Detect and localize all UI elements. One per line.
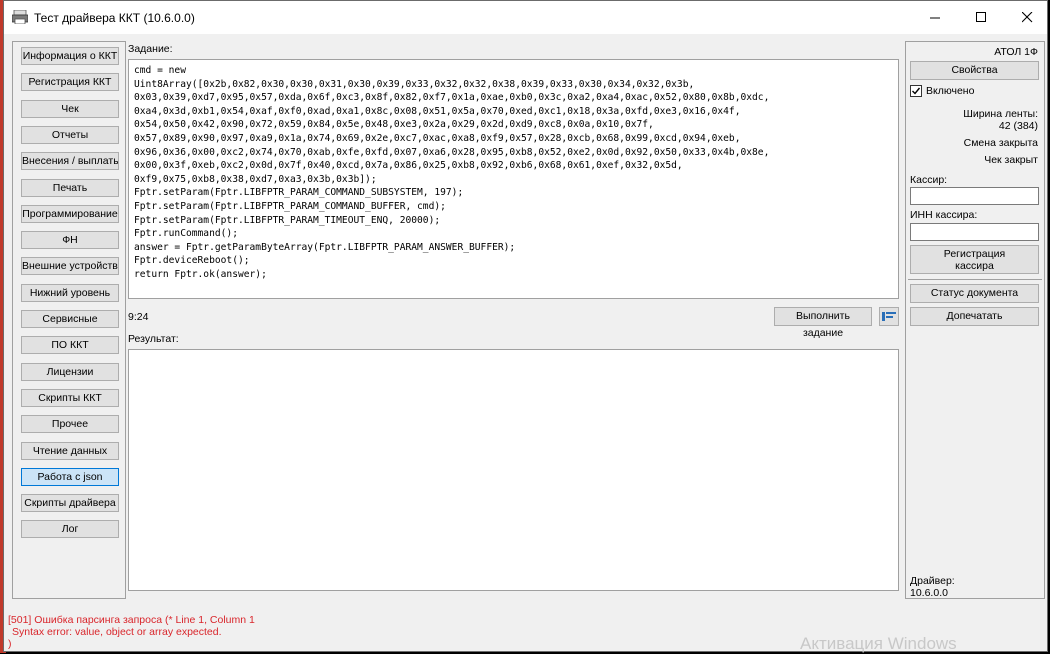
nav-button[interactable]: Скрипты драйвера bbox=[21, 494, 119, 513]
receipt-status: Чек закрыт bbox=[984, 154, 1038, 166]
device-panel: АТОЛ 1Ф Свойства Включено Ширина ленты: … bbox=[905, 41, 1045, 599]
register-cashier-line1: Регистрация bbox=[943, 248, 1006, 260]
nav-button[interactable]: Лог bbox=[21, 520, 119, 539]
code-line: Fptr.setParam(Fptr.LIBFPTR_PARAM_COMMAND… bbox=[134, 201, 446, 212]
code-line: return Fptr.ok(answer); bbox=[134, 269, 267, 280]
maximize-icon bbox=[975, 12, 986, 22]
close-button[interactable] bbox=[1004, 1, 1050, 34]
align-icon bbox=[882, 312, 896, 321]
result-output[interactable] bbox=[128, 349, 899, 591]
task-label: Задание: bbox=[128, 43, 173, 55]
nav-button[interactable]: ПО ККТ bbox=[21, 336, 119, 355]
enabled-label: Включено bbox=[926, 85, 975, 97]
shift-status: Смена закрыта bbox=[963, 137, 1038, 149]
driver-version: 10.6.0.0 bbox=[910, 587, 948, 599]
inn-input[interactable] bbox=[910, 223, 1039, 241]
code-line: 0xa4,0x3d,0xb1,0x54,0xaf,0xf0,0xad,0xa1,… bbox=[134, 105, 741, 117]
nav-button[interactable]: Скрипты ККТ bbox=[21, 388, 119, 407]
nav-button[interactable]: Прочее bbox=[21, 415, 119, 434]
nav-button[interactable]: Нижний уровень bbox=[21, 283, 119, 302]
nav-button[interactable]: Информация о ККТ bbox=[21, 47, 119, 65]
nav-button[interactable]: Внесения / выплаты bbox=[21, 152, 119, 171]
nav-button[interactable]: Лицензии bbox=[21, 362, 119, 381]
activation-watermark: Активация Windows bbox=[800, 634, 957, 653]
code-line: Fptr.runCommand(); bbox=[134, 228, 238, 240]
code-line: 0x57,0x89,0x90,0x97,0xa9,0x1a,0x74,0x69,… bbox=[134, 133, 741, 144]
code-line: 0x96,0x36,0x00,0xc2,0x74,0x70,0xab,0xfe,… bbox=[134, 146, 770, 158]
nav-button[interactable]: Программирование bbox=[21, 204, 119, 223]
result-label: Результат: bbox=[128, 333, 179, 345]
code-line: Fptr.setParam(Fptr.LIBFPTR_PARAM_COMMAND… bbox=[134, 187, 464, 199]
code-line: 0x00,0x3f,0xeb,0xc2,0x0d,0x7f,0x40,0xcd,… bbox=[134, 160, 683, 172]
task-editor[interactable]: cmd = new Uint8Array([0x2b,0x82,0x30,0x30… bbox=[128, 59, 899, 299]
properties-button[interactable]: Свойства bbox=[910, 61, 1039, 80]
document-status-button[interactable]: Статус документа bbox=[910, 284, 1039, 303]
cursor-position: 9:24 bbox=[128, 311, 149, 323]
inn-label: ИНН кассира: bbox=[910, 209, 978, 221]
code-line: Fptr.deviceReboot(); bbox=[134, 255, 250, 267]
code-line: 0x03,0x39,0xd7,0x95,0x57,0xda,0x6f,0xc3,… bbox=[134, 92, 770, 104]
nav-button[interactable]: Регистрация ККТ bbox=[21, 73, 119, 92]
minimize-button[interactable] bbox=[912, 1, 958, 34]
enabled-checkbox[interactable] bbox=[910, 85, 922, 97]
app-window: Тест драйвера ККТ (10.6.0.0) Информация … bbox=[3, 0, 1048, 652]
nav-button[interactable]: Сервисные bbox=[21, 310, 119, 328]
code-line: Uint8Array([0x2b,0x82,0x30,0x30,0x31,0x3… bbox=[134, 78, 695, 90]
error-line-3: ) bbox=[8, 638, 12, 650]
code-line: 0xf9,0x75,0xb8,0x38,0xd7,0xa3,0x3b,0x3b]… bbox=[134, 173, 377, 185]
nav-button[interactable]: Чтение данных bbox=[21, 441, 119, 460]
nav-panel: Информация о ККТ Регистрация ККТ Чек Отчеты… bbox=[12, 41, 126, 599]
cashier-input[interactable] bbox=[910, 187, 1039, 205]
nav-button[interactable]: Отчеты bbox=[21, 125, 119, 144]
align-button[interactable] bbox=[879, 307, 899, 326]
checkmark-icon bbox=[912, 87, 921, 95]
tape-width-label: Ширина ленты: bbox=[963, 108, 1038, 120]
run-task-button[interactable]: Выполнить задание bbox=[774, 307, 872, 339]
device-name: АТОЛ 1Ф bbox=[994, 46, 1038, 58]
code-line: cmd = new bbox=[134, 65, 186, 76]
register-cashier-button[interactable]: Регистрация кассира bbox=[910, 245, 1039, 274]
minimize-icon bbox=[929, 17, 940, 19]
nav-button[interactable]: Внешние устройства bbox=[21, 257, 119, 276]
nav-button[interactable]: ФН bbox=[21, 231, 119, 250]
code-line: 0x54,0x50,0x42,0x90,0x72,0x59,0x84,0x5e,… bbox=[134, 119, 654, 131]
nav-button[interactable]: Чек bbox=[21, 99, 119, 118]
reprint-button[interactable]: Допечатать bbox=[910, 307, 1039, 326]
printer-icon bbox=[12, 10, 28, 24]
divider bbox=[908, 279, 1042, 280]
close-icon bbox=[1021, 12, 1032, 23]
code-line: Fptr.setParam(Fptr.LIBFPTR_PARAM_TIMEOUT… bbox=[134, 214, 441, 226]
window-title: Тест драйвера ККТ (10.6.0.0) bbox=[34, 11, 195, 25]
title-bar: Тест драйвера ККТ (10.6.0.0) bbox=[4, 1, 1047, 34]
cashier-label: Кассир: bbox=[910, 174, 948, 186]
tape-width-value: 42 (384) bbox=[998, 120, 1038, 132]
nav-button[interactable]: Печать bbox=[21, 178, 119, 197]
maximize-button[interactable] bbox=[958, 1, 1004, 34]
nav-button[interactable]: Работа с json bbox=[21, 467, 119, 486]
code-line: answer = Fptr.getParamByteArray(Fptr.LIB… bbox=[134, 241, 516, 253]
driver-label: Драйвер: bbox=[910, 575, 955, 587]
register-cashier-line2: кассира bbox=[955, 260, 994, 272]
error-line-1: [501] Ошибка парсинга запроса (* Line 1,… bbox=[8, 614, 255, 626]
error-line-2: Syntax error: value, object or array exp… bbox=[12, 626, 222, 638]
